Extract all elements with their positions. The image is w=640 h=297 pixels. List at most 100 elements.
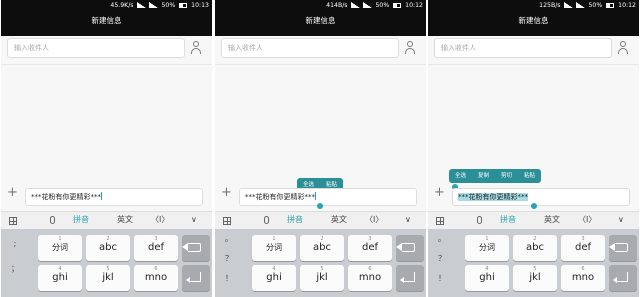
battery-icon xyxy=(393,2,402,8)
clock: 10:12 xyxy=(405,2,423,9)
keyboard-toolbar: 拼音 英文 〈I〉 ∨ xyxy=(215,211,426,229)
add-attachment-icon[interactable]: + xyxy=(221,186,232,200)
key-fenci[interactable]: 1 分词 xyxy=(38,235,82,261)
battery-percent: 50% xyxy=(375,2,390,9)
punctuation-column[interactable]: 。 ？ ！ xyxy=(428,229,456,297)
key-abc[interactable]: 2 abc xyxy=(86,235,130,261)
collapse-keyboard-icon[interactable]: ∨ xyxy=(618,212,624,228)
mode-english[interactable]: 英文 xyxy=(331,212,347,228)
contact-picker-icon[interactable] xyxy=(403,41,417,55)
message-input[interactable]: ***花粉有你更精彩*** xyxy=(239,188,417,206)
punct-key[interactable]: ！ xyxy=(215,273,243,284)
signal-icon xyxy=(563,2,573,8)
key-fenci[interactable]: 1 分词 xyxy=(465,235,509,261)
key-abc[interactable]: 2 abc xyxy=(513,235,557,261)
menu-cut[interactable]: 剪切 xyxy=(495,169,518,183)
backspace-key[interactable] xyxy=(182,235,210,261)
cursor-move-icon[interactable]: 〈I〉 xyxy=(365,212,383,228)
page-title: 新建信息 xyxy=(1,12,212,36)
enter-key[interactable] xyxy=(396,265,424,291)
mode-pinyin[interactable]: 拼音 xyxy=(287,212,303,228)
text-cursor xyxy=(315,192,316,200)
punct-key[interactable]: ？ xyxy=(215,253,243,264)
wifi-icon xyxy=(576,2,586,8)
key-mno[interactable]: 6 mno xyxy=(561,265,605,291)
mode-pinyin[interactable]: 拼音 xyxy=(73,212,89,228)
add-attachment-icon[interactable]: + xyxy=(434,186,445,200)
enter-icon xyxy=(186,272,201,283)
cursor-move-icon[interactable]: 〈I〉 xyxy=(151,212,169,228)
menu-select-all[interactable]: 全选 xyxy=(449,169,472,183)
key-abc[interactable]: 2 abc xyxy=(300,235,344,261)
punct-key[interactable]: 。 xyxy=(215,233,243,244)
signal-icon xyxy=(136,2,146,8)
punct-key[interactable]: ; xyxy=(1,239,29,248)
microphone-icon[interactable] xyxy=(50,216,55,224)
key-jkl[interactable]: 5 jkl xyxy=(513,265,557,291)
mode-pinyin[interactable]: 拼音 xyxy=(500,212,516,228)
key-ghi[interactable]: 4 ghi xyxy=(465,265,509,291)
keyboard-menu-icon[interactable] xyxy=(436,217,444,225)
divider xyxy=(1,64,212,65)
key-jkl[interactable]: 5 jkl xyxy=(300,265,344,291)
cursor-move-icon[interactable]: 〈I〉 xyxy=(578,212,596,228)
message-input[interactable]: ***花粉有你更精彩*** xyxy=(25,188,203,206)
contact-picker-icon[interactable] xyxy=(189,41,203,55)
contact-picker-icon[interactable] xyxy=(616,41,630,55)
punct-key[interactable]: ！ xyxy=(428,273,456,284)
phone-screen-3: 125B/s 50% 10:12 新建信息 输入收件人 全选 复制 剪切 粘贴 + *… xyxy=(428,0,639,297)
keyboard-menu-icon[interactable] xyxy=(223,217,231,225)
keyboard: 。 ？ ！ 1 分词 2 abc 3 def 4 ghi 5 jkl 6 mno xyxy=(428,229,639,297)
message-input[interactable]: ***花粉有你更精彩*** xyxy=(452,188,630,206)
key-mno[interactable]: 6 mno xyxy=(134,265,178,291)
mode-english[interactable]: 英文 xyxy=(544,212,560,228)
recipient-input[interactable]: 输入收件人 xyxy=(221,38,399,58)
keyboard-toolbar: 拼音 英文 〈I〉 ∨ xyxy=(1,211,212,229)
key-def[interactable]: 3 def xyxy=(348,235,392,261)
menu-paste[interactable]: 粘贴 xyxy=(518,169,541,183)
context-menu: 全选 复制 剪切 粘贴 xyxy=(449,169,542,183)
wifi-icon xyxy=(363,2,373,8)
key-def[interactable]: 3 def xyxy=(561,235,605,261)
enter-icon xyxy=(613,272,628,283)
keyboard-menu-icon[interactable] xyxy=(9,217,17,225)
collapse-keyboard-icon[interactable]: ∨ xyxy=(191,212,197,228)
message-text: ***花粉有你更精彩*** xyxy=(31,193,101,201)
microphone-icon[interactable] xyxy=(264,216,269,224)
key-ghi[interactable]: 4 ghi xyxy=(252,265,296,291)
wifi-icon xyxy=(149,2,159,8)
backspace-key[interactable] xyxy=(396,235,424,261)
menu-copy[interactable]: 复制 xyxy=(472,169,495,183)
selected-message-text: ***花粉有你更精彩*** xyxy=(458,193,528,201)
add-attachment-icon[interactable]: + xyxy=(7,186,18,200)
key-jkl[interactable]: 5 jkl xyxy=(86,265,130,291)
message-text: ***花粉有你更精彩*** xyxy=(245,193,315,201)
clock: 10:13 xyxy=(191,2,209,9)
backspace-icon xyxy=(396,242,415,252)
punct-key[interactable]: ； xyxy=(1,263,29,274)
key-ghi[interactable]: 4 ghi xyxy=(38,265,82,291)
punctuation-column[interactable]: ; ； xyxy=(1,229,29,297)
recipient-input[interactable]: 输入收件人 xyxy=(434,38,612,58)
battery-percent: 50% xyxy=(161,2,176,9)
enter-key[interactable] xyxy=(609,265,637,291)
keyboard: ; ； 1 分词 2 abc 3 def 4 ghi 5 jkl 6 mno xyxy=(1,229,212,297)
mode-english[interactable]: 英文 xyxy=(117,212,133,228)
tutorial-image: 45.9K/s 50% 10:13 新建信息 输入收件人 + ***花粉有你更精… xyxy=(0,0,640,297)
recipient-input[interactable]: 输入收件人 xyxy=(7,38,185,58)
page-title: 新建信息 xyxy=(428,12,639,36)
key-mno[interactable]: 6 mno xyxy=(348,265,392,291)
battery-percent: 50% xyxy=(588,2,603,9)
selection-end-handle[interactable] xyxy=(531,203,537,209)
enter-key[interactable] xyxy=(182,265,210,291)
microphone-icon[interactable] xyxy=(477,216,482,224)
cursor-handle[interactable] xyxy=(317,203,323,209)
punct-key[interactable]: 。 xyxy=(428,233,456,244)
punct-key[interactable]: ？ xyxy=(428,253,456,264)
key-def[interactable]: 3 def xyxy=(134,235,178,261)
collapse-keyboard-icon[interactable]: ∨ xyxy=(405,212,411,228)
punctuation-column[interactable]: 。 ？ ！ xyxy=(215,229,243,297)
backspace-key[interactable] xyxy=(609,235,637,261)
clock: 10:12 xyxy=(618,2,636,9)
key-fenci[interactable]: 1 分词 xyxy=(252,235,296,261)
